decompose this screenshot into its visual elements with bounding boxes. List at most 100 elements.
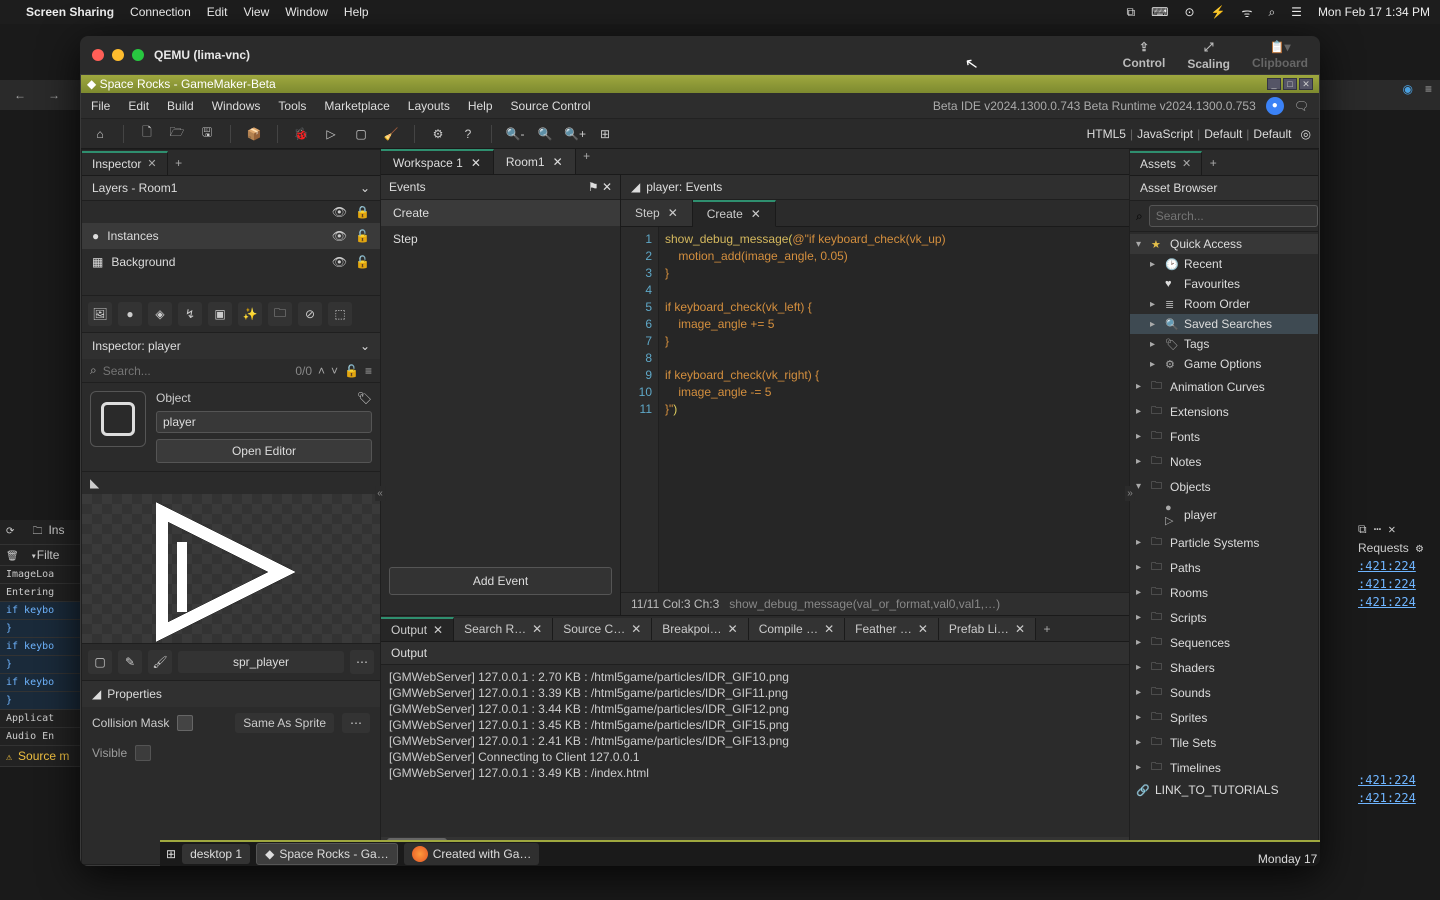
qemu-control-button[interactable]: ⇪Control xyxy=(1123,40,1166,71)
zoom-out-icon[interactable]: 🔍- xyxy=(504,123,526,145)
code-tab-create[interactable]: Create✕ xyxy=(693,200,776,227)
output-log[interactable]: [GMWebServer] 127.0.0.1 : 2.70 KB : /htm… xyxy=(381,665,1129,837)
chevron-down-icon[interactable]: ⌄ xyxy=(360,339,370,353)
menu-marketplace[interactable]: Marketplace xyxy=(324,99,389,113)
taskbar-firefox[interactable]: Created with Ga… xyxy=(404,843,540,865)
folder-rooms[interactable]: ▸🗀Rooms xyxy=(1130,580,1318,605)
open-project-icon[interactable]: 🗁 xyxy=(166,123,188,145)
dock-arrow-right[interactable]: » xyxy=(1125,486,1135,501)
close-icon[interactable]: ✕ xyxy=(751,207,761,221)
traffic-lights[interactable] xyxy=(92,49,144,61)
dock-arrow-left[interactable]: « xyxy=(375,486,385,501)
show-desktop-icon[interactable]: ⊞ xyxy=(166,847,176,861)
prev-icon[interactable]: ˄ xyxy=(318,364,325,378)
code-tab-step[interactable]: Step✕ xyxy=(621,200,693,226)
folder-sounds[interactable]: ▸🗀Sounds xyxy=(1130,680,1318,705)
zoom-reset-icon[interactable]: 🔍 xyxy=(534,123,556,145)
event-create[interactable]: Create xyxy=(381,200,620,226)
asset-search-input[interactable] xyxy=(1149,205,1318,227)
object-thumbnail[interactable] xyxy=(90,391,146,447)
package-icon[interactable]: 📦 xyxy=(243,123,265,145)
status-icon[interactable]: ⧉ xyxy=(1127,5,1136,20)
sprite-select-icon[interactable]: ▢ xyxy=(88,650,112,674)
visibility-icon[interactable]: 👁 xyxy=(332,205,347,219)
tag-icon[interactable]: 🏷 xyxy=(357,391,372,405)
output-tab-output[interactable]: Output✕ xyxy=(381,617,454,641)
collapse-icon[interactable]: ◣ xyxy=(90,476,99,490)
docking-icon[interactable]: ⊞ xyxy=(594,123,616,145)
output-tab-breakpoints[interactable]: Breakpoi…✕ xyxy=(652,618,748,640)
visibility-icon[interactable]: 👁 xyxy=(332,255,347,269)
wifi-icon[interactable]: ᯤ xyxy=(1241,4,1252,21)
chevron-down-icon[interactable]: ⌄ xyxy=(360,181,370,195)
shield-icon[interactable]: ◉ xyxy=(1403,82,1413,96)
gm-titlebar[interactable]: ◆ Space Rocks - GameMaker-Beta _ □ ✕ xyxy=(81,75,1319,93)
minimize-icon[interactable] xyxy=(112,49,124,61)
output-tab-source[interactable]: Source C…✕ xyxy=(553,618,652,640)
qa-game-options[interactable]: ▸⚙Game Options xyxy=(1130,354,1318,374)
folder-fonts[interactable]: ▸🗀Fonts xyxy=(1130,424,1318,449)
close-icon[interactable]: ✕ xyxy=(471,156,481,170)
sprite-edit-icon[interactable]: ✎ xyxy=(118,650,142,674)
stop-icon[interactable]: ▢ xyxy=(350,123,372,145)
account-avatar[interactable]: ● xyxy=(1266,97,1284,115)
menu-help[interactable]: Help xyxy=(468,99,493,113)
code-body[interactable]: 1234567891011 show_debug_message(@"if ke… xyxy=(621,227,1129,592)
add-tab-button[interactable]: + xyxy=(168,156,190,170)
close-icon[interactable]: ✕ xyxy=(602,180,612,194)
folder-paths[interactable]: ▸🗀Paths xyxy=(1130,555,1318,580)
target-icon[interactable]: ◎ xyxy=(1301,127,1311,141)
next-icon[interactable]: ˅ xyxy=(331,364,338,378)
close-icon[interactable]: ✕ xyxy=(433,623,443,637)
add-tab-button[interactable]: + xyxy=(1036,622,1058,636)
menu-tools[interactable]: Tools xyxy=(278,99,306,113)
collision-checkbox[interactable] xyxy=(177,715,193,731)
qa-recent[interactable]: ▸🕑Recent xyxy=(1130,254,1318,274)
taskbar-gamemaker[interactable]: ◆Space Rocks - Ga… xyxy=(256,843,398,865)
lock-icon[interactable]: 🔒 xyxy=(355,205,370,219)
lock-icon[interactable]: 🔓 xyxy=(344,364,359,378)
open-editor-button[interactable]: Open Editor xyxy=(156,439,372,463)
tile-layer-icon[interactable]: ◈ xyxy=(148,302,172,326)
mac-menu-view[interactable]: View xyxy=(243,5,269,19)
control-center-icon[interactable]: ☰ xyxy=(1291,5,1302,19)
status-icon[interactable]: ⌨ xyxy=(1151,5,1168,19)
sprite-name[interactable]: spr_player xyxy=(178,651,344,673)
close-icon[interactable]: ✕ xyxy=(728,622,738,636)
inspector-search-input[interactable] xyxy=(103,364,290,378)
output-tab-prefab[interactable]: Prefab Li…✕ xyxy=(939,618,1036,640)
link-tutorials[interactable]: 🔗LINK_TO_TUTORIALS xyxy=(1130,780,1318,800)
more-icon[interactable]: ⋯ xyxy=(342,713,370,733)
inspector-subheader[interactable]: Inspector: player ⌄ xyxy=(82,333,380,359)
path-layer-icon[interactable]: ↯ xyxy=(178,302,202,326)
qemu-scaling-button[interactable]: ⤢Scaling xyxy=(1187,40,1230,71)
home-icon[interactable]: ⌂ xyxy=(89,123,111,145)
folder-scripts[interactable]: ▸🗀Scripts xyxy=(1130,605,1318,630)
asset-layer-icon[interactable]: ▣ xyxy=(208,302,232,326)
folder-shaders[interactable]: ▸🗀Shaders xyxy=(1130,655,1318,680)
hamburger-icon[interactable]: ≡ xyxy=(1425,82,1432,96)
minimize-icon[interactable]: _ xyxy=(1267,78,1281,90)
maximize-icon[interactable]: □ xyxy=(1283,78,1297,90)
zoom-icon[interactable] xyxy=(132,49,144,61)
tab-inspector[interactable]: Inspector ✕ xyxy=(82,151,168,175)
tab-room1[interactable]: Room1✕ xyxy=(494,149,576,174)
mac-clock[interactable]: Mon Feb 17 1:34 PM xyxy=(1318,5,1430,19)
flag-icon[interactable]: ⚑ xyxy=(588,180,599,194)
quick-access[interactable]: ▾★Quick Access xyxy=(1130,234,1318,254)
save-icon[interactable]: 🖫 xyxy=(196,123,218,145)
search-icon[interactable]: ⌕ xyxy=(1268,5,1275,20)
folder-particle-systems[interactable]: ▸🗀Particle Systems xyxy=(1130,530,1318,555)
add-tab-button[interactable]: + xyxy=(576,149,598,174)
folder-sprites[interactable]: ▸🗀Sprites xyxy=(1130,705,1318,730)
game-options-icon[interactable]: ⚙ xyxy=(427,123,449,145)
notifications-icon[interactable]: 🗨 xyxy=(1294,99,1309,113)
close-icon[interactable] xyxy=(92,49,104,61)
zoom-in-icon[interactable]: 🔍+ xyxy=(564,123,586,145)
fx-layer-icon[interactable]: ✨ xyxy=(238,302,262,326)
lock-icon[interactable]: 🔓 xyxy=(355,255,370,269)
code-text[interactable]: show_debug_message(@"if keyboard_check(v… xyxy=(659,227,952,592)
menu-layouts[interactable]: Layouts xyxy=(408,99,450,113)
menu-edit[interactable]: Edit xyxy=(128,99,149,113)
add-tab-button[interactable]: + xyxy=(1202,156,1224,170)
